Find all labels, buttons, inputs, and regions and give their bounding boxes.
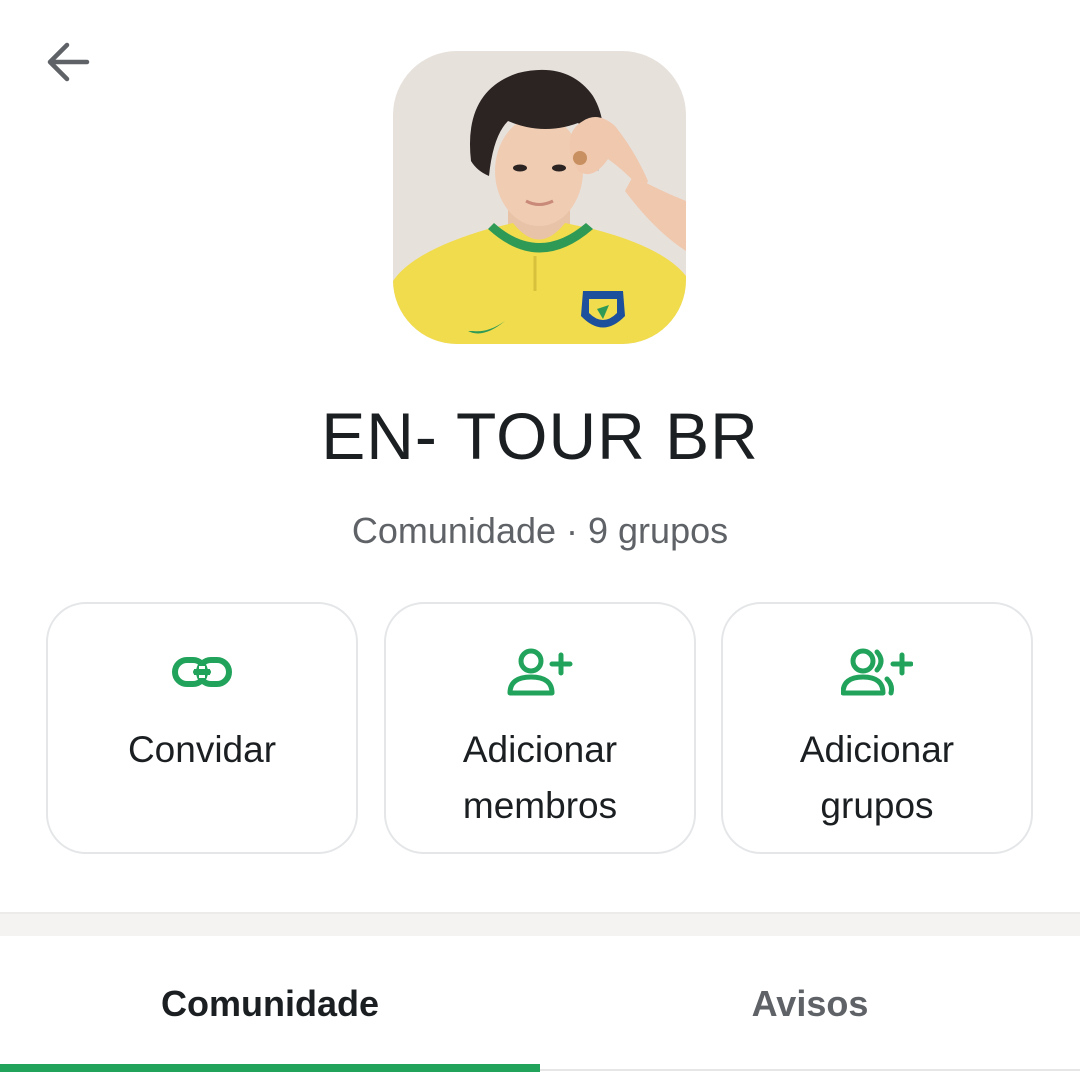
tab-bar: Comunidade Avisos — [0, 936, 1080, 1088]
add-groups-button[interactable]: Adicionar grupos — [721, 602, 1033, 854]
link-icon — [172, 657, 232, 687]
community-avatar[interactable] — [393, 51, 686, 344]
add-members-label-line1: Adicionar — [462, 729, 618, 770]
invite-button[interactable]: Convidar — [46, 602, 358, 854]
tab-comunidade-label: Comunidade — [160, 983, 379, 1024]
add-person-icon — [507, 648, 573, 696]
active-tab-indicator — [0, 1064, 540, 1072]
tab-bottom-line — [540, 1069, 1080, 1071]
community-type-label: Comunidade — [351, 510, 557, 551]
arrow-left-icon — [47, 42, 90, 82]
meta-separator: · — [566, 510, 579, 551]
add-group-icon — [841, 648, 913, 696]
community-name: EN- TOUR BR — [321, 399, 759, 473]
add-members-label-line2: membros — [462, 785, 618, 826]
community-meta: Comunidade · 9 grupos — [0, 510, 1080, 552]
community-info-screen: EN- TOUR BR Comunidade · 9 grupos Convidar — [0, 0, 1080, 1088]
group-count: 9 grupos — [588, 510, 729, 551]
add-groups-label-line2: grupos — [820, 785, 934, 826]
back-button[interactable] — [38, 32, 98, 92]
community-photo — [393, 51, 686, 344]
section-divider — [0, 912, 1080, 936]
add-groups-label-line1: Adicionar — [799, 729, 955, 770]
tab-comunidade[interactable]: Comunidade — [0, 936, 540, 1072]
tab-avisos-label: Avisos — [751, 983, 869, 1024]
tab-avisos[interactable]: Avisos — [540, 936, 1080, 1072]
add-members-button[interactable]: Adicionar membros — [384, 602, 696, 854]
invite-label: Convidar — [127, 729, 277, 770]
